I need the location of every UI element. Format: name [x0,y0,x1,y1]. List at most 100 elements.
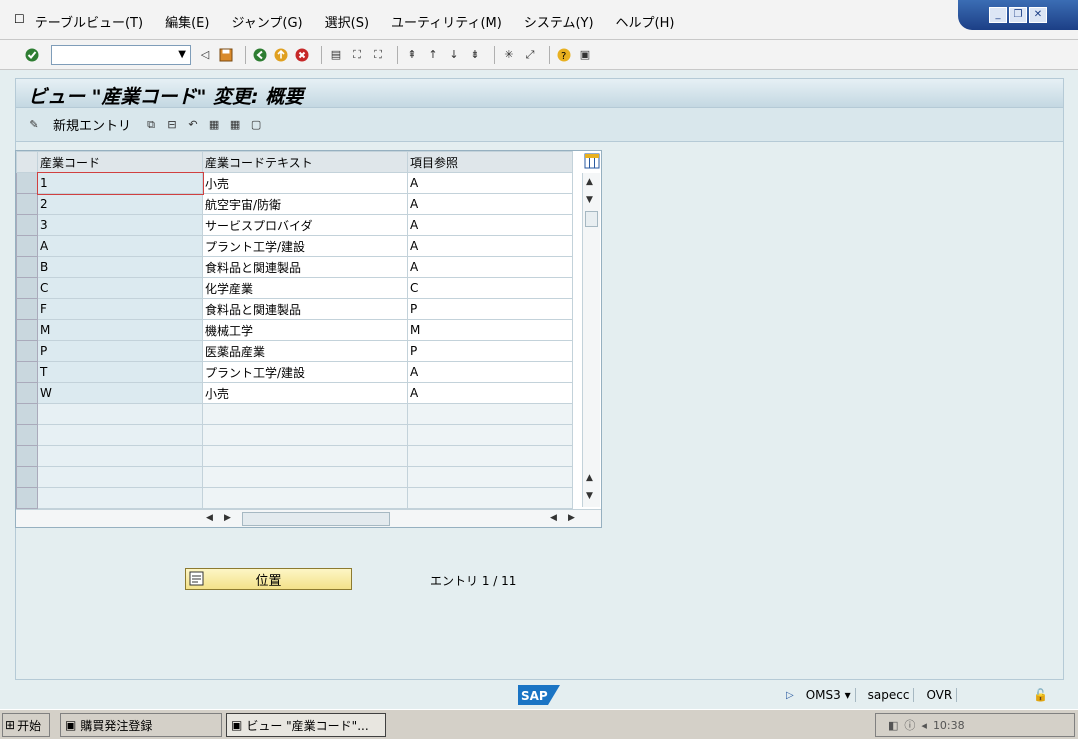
column-header-reference[interactable]: 項目参照 [407,151,573,173]
print-icon[interactable]: ▤ [328,47,344,63]
minimize-button[interactable]: _ [989,7,1007,23]
shortcut-icon[interactable]: ⤢ [522,47,538,63]
menu-item-0[interactable]: テーブルビュー(T) [35,12,143,31]
column-header-text[interactable]: 産業コードテキスト [202,151,408,173]
window-menu-icon[interactable]: ☐ [14,12,25,31]
exit-icon[interactable] [273,47,289,63]
menu-item-4[interactable]: ユーティリティ(M) [391,12,502,31]
command-field[interactable]: ▼ [51,44,191,65]
cell-text[interactable]: 機械工学 [202,319,408,341]
chevron-down-icon[interactable]: ▾ [845,688,851,702]
row-selector[interactable] [16,319,38,341]
vertical-scroll-thumb[interactable] [585,211,598,227]
info-icon[interactable]: ⓘ [904,717,915,733]
scroll-down-icon[interactable]: ▼ [586,195,593,205]
row-selector[interactable] [16,445,38,467]
cell-reference[interactable]: C [407,277,573,299]
deselect-all-icon[interactable]: ▢ [248,117,264,133]
scroll-right-icon[interactable]: ▶ [224,513,231,523]
select-all-icon[interactable]: ▦ [206,117,222,133]
cell-text[interactable]: 食料品と関連製品 [202,298,408,320]
last-page-icon[interactable]: ⇟ [467,47,483,63]
restore-button[interactable]: ❐ [1009,7,1027,23]
history-back-icon[interactable]: ◁ [197,47,213,63]
network-icon[interactable]: ◧ [888,719,898,732]
close-button[interactable]: ✕ [1029,7,1047,23]
row-selector[interactable] [16,172,38,194]
cell-reference[interactable]: A [407,172,573,194]
next-page-icon[interactable]: ↓ [446,47,462,63]
scroll-page-down-icon[interactable]: ▼ [586,491,593,501]
menu-item-5[interactable]: システム(Y) [524,12,594,31]
chevron-down-icon[interactable]: ▼ [178,49,186,60]
scroll-up-icon[interactable]: ▲ [586,177,593,187]
select-all-cell[interactable] [16,151,38,173]
cell-text[interactable]: サービスプロバイダ [202,214,408,236]
cell-reference[interactable]: A [407,256,573,278]
row-selector[interactable] [16,403,38,425]
cell-text[interactable]: 医薬品産業 [202,340,408,362]
cell-reference[interactable]: P [407,340,573,362]
cell-text[interactable]: プラント工学/建設 [202,235,408,257]
cell-reference[interactable]: A [407,214,573,236]
delete-icon[interactable]: ⊟ [164,117,180,133]
cell-reference[interactable]: A [407,193,573,215]
volume-icon[interactable]: ◂ [921,719,927,732]
find-next-icon[interactable]: ⛶ [370,47,386,63]
row-selector[interactable] [16,424,38,446]
insert-mode-field[interactable]: OVR [922,688,958,702]
help-icon[interactable]: ? [556,47,572,63]
cell-text[interactable]: 小売 [202,382,408,404]
back-icon[interactable] [252,47,268,63]
vertical-scrollbar[interactable]: ▲ ▼ ▲ ▼ [582,173,600,507]
row-selector[interactable] [16,340,38,362]
clock[interactable]: 10:38 [933,719,965,732]
menu-item-2[interactable]: ジャンプ(G) [231,12,302,31]
new-entries-button[interactable]: 新規エントリ [53,115,131,134]
save-icon[interactable] [218,47,234,63]
start-button[interactable]: ⊞ 开始 [2,713,50,737]
row-selector[interactable] [16,487,38,509]
cell-text[interactable]: 食料品と関連製品 [202,256,408,278]
first-page-icon[interactable]: ⇞ [404,47,420,63]
menu-item-3[interactable]: 選択(S) [325,12,369,31]
status-expand-icon[interactable]: ▷ [786,690,794,701]
row-selector[interactable] [16,466,38,488]
scroll-page-up-icon[interactable]: ▲ [586,473,593,483]
taskbar-item-purchase-order[interactable]: ▣ 購買発注登録 [60,713,222,737]
cell-reference[interactable]: M [407,319,573,341]
column-header-code[interactable]: 産業コード [37,151,203,173]
cell-text[interactable]: 小売 [202,172,408,194]
cell-text[interactable]: 化学産業 [202,277,408,299]
undo-change-icon[interactable]: ↶ [185,117,201,133]
position-button[interactable]: 位置 [185,568,352,590]
cell-text[interactable]: プラント工学/建設 [202,361,408,383]
cell-reference[interactable]: A [407,235,573,257]
copy-as-icon[interactable]: ⧉ [143,117,159,133]
row-selector[interactable] [16,382,38,404]
row-selector[interactable] [16,361,38,383]
cell-text[interactable]: 航空宇宙/防衛 [202,193,408,215]
menu-item-6[interactable]: ヘルプ(H) [616,12,675,31]
enter-icon[interactable] [24,47,40,63]
transaction-field[interactable]: OMS3 ▾ [802,688,856,702]
layout-menu-icon[interactable]: ▣ [577,47,593,63]
menu-item-1[interactable]: 編集(E) [165,12,209,31]
change-display-icon[interactable]: ✎ [26,117,42,133]
row-selector[interactable] [16,277,38,299]
find-icon[interactable]: ⛶ [349,47,365,63]
scroll-left-icon[interactable]: ◀ [206,513,213,523]
row-selector[interactable] [16,193,38,215]
cell-reference[interactable]: A [407,382,573,404]
horizontal-scroll-thumb[interactable] [242,512,390,526]
select-block-icon[interactable]: ▦ [227,117,243,133]
scroll-right-end-icon[interactable]: ▶ [568,513,575,523]
cell-reference[interactable]: P [407,298,573,320]
cell-reference[interactable]: A [407,361,573,383]
cancel-icon[interactable] [294,47,310,63]
row-selector[interactable] [16,214,38,236]
lock-icon[interactable]: 🔓 [1033,688,1048,702]
scroll-left-end-icon[interactable]: ◀ [550,513,557,523]
row-selector[interactable] [16,235,38,257]
horizontal-scrollbar[interactable]: ◀ ▶ ◀ ▶ [16,509,601,527]
